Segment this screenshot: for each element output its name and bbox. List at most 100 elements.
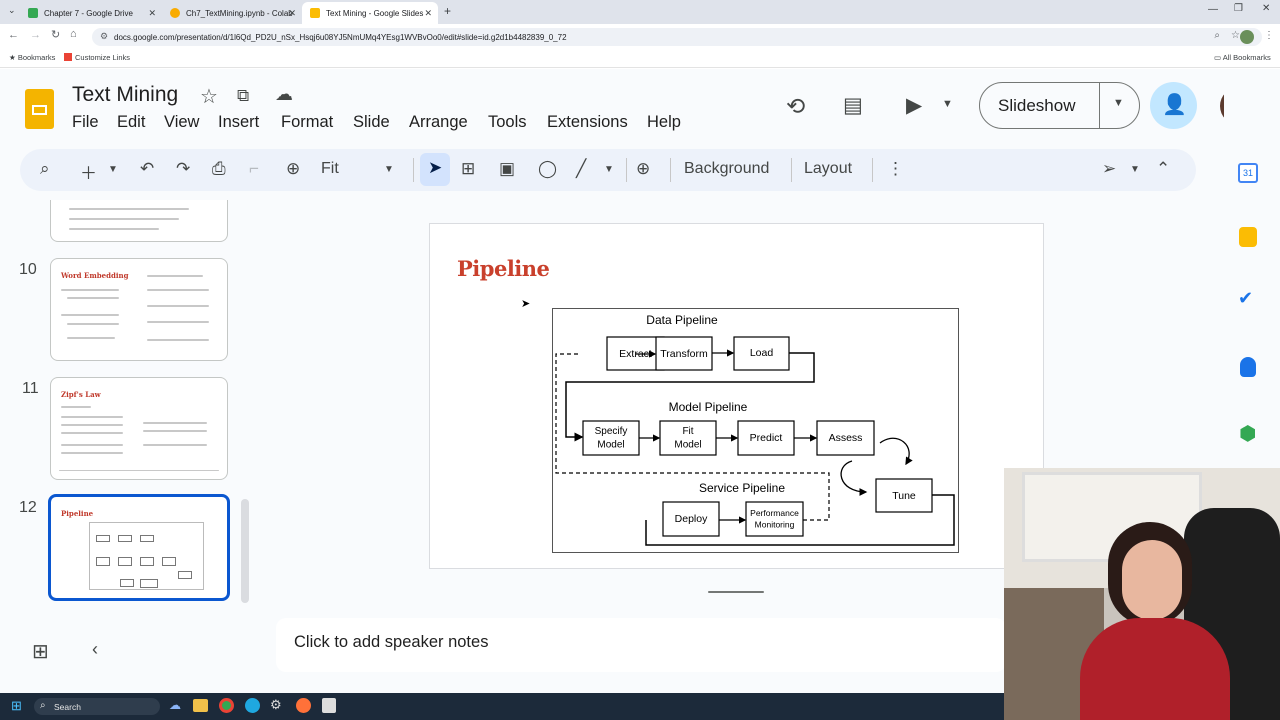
paint-format-icon[interactable]: ⌐ [249, 159, 259, 179]
layout-button[interactable]: Layout [804, 160, 852, 178]
line-chevron-icon[interactable]: ▼ [604, 164, 614, 175]
insert-image-icon[interactable]: ▣ [499, 159, 515, 179]
search-menus-icon[interactable]: ⌕ [40, 159, 50, 179]
menu-edit[interactable]: Edit [117, 113, 145, 132]
new-tab-icon[interactable]: + [444, 4, 451, 18]
shape-icon[interactable]: ◯ [538, 159, 557, 179]
slideshow-button[interactable]: Slideshow [998, 96, 1076, 116]
chrome-icon[interactable] [219, 698, 234, 713]
tab-google-slides[interactable]: Text Mining - Google Slides ✕ [302, 2, 438, 24]
zoom-icon[interactable]: ⊕ [286, 159, 300, 179]
tab-google-drive[interactable]: Chapter 7 - Google Drive ✕ [20, 2, 162, 24]
pen-mode-chevron-icon[interactable]: ▼ [1130, 164, 1140, 175]
minimize-icon[interactable]: — [1208, 4, 1218, 15]
menu-arrange[interactable]: Arrange [409, 113, 468, 132]
collapse-menus-icon[interactable]: ⌃ [1156, 159, 1170, 179]
site-info-icon[interactable]: ⚙ [100, 31, 108, 42]
slide-title[interactable]: Pipeline [457, 256, 550, 281]
settings-icon[interactable]: ⚙ [270, 697, 282, 713]
menu-help[interactable]: Help [647, 113, 681, 132]
contacts-icon[interactable] [1240, 357, 1256, 377]
calendar-icon[interactable]: 31 [1238, 163, 1258, 183]
chevron-down-icon[interactable]: ▼ [942, 98, 953, 110]
menu-format[interactable]: Format [281, 113, 333, 132]
slideshow-options-chevron-icon[interactable]: ▼ [1113, 97, 1124, 109]
weather-icon[interactable]: ☁ [169, 698, 181, 712]
slide-thumbnail-9[interactable] [50, 200, 228, 242]
slide-thumbnail-11[interactable]: Zipf's Law [50, 377, 228, 480]
tab-colab[interactable]: Ch7_TextMining.ipynb - Colab ✕ [162, 2, 302, 24]
slides-logo-icon[interactable] [25, 89, 54, 129]
menu-file[interactable]: File [72, 113, 99, 132]
document-title[interactable]: Text Mining [72, 83, 178, 107]
back-icon[interactable]: ← [8, 29, 19, 41]
menu-slide[interactable]: Slide [353, 113, 390, 132]
firefox-icon[interactable] [296, 698, 311, 713]
slide-thumbnail-10[interactable]: Word Embedding [50, 258, 228, 361]
edge-icon[interactable] [245, 698, 260, 713]
select-tool[interactable]: ➤ [420, 153, 450, 186]
browser-menu-icon[interactable]: ⋮ [1264, 30, 1274, 41]
more-options-icon[interactable]: ⋮ [887, 159, 904, 179]
keep-icon[interactable] [1239, 227, 1257, 247]
file-explorer-icon[interactable] [193, 699, 208, 712]
zoom-chevron-icon[interactable]: ▼ [384, 164, 394, 175]
collapse-filmstrip-icon[interactable]: ‹ [92, 639, 98, 660]
taskbar-search[interactable]: ⌕ Search [34, 698, 160, 715]
close-tab-icon[interactable]: ✕ [424, 8, 432, 19]
background-button[interactable]: Background [684, 160, 769, 178]
share-button[interactable]: 👤 [1150, 82, 1197, 129]
thumb-text-line [147, 339, 209, 341]
menu-tools[interactable]: Tools [488, 113, 527, 132]
maximize-icon[interactable]: ❐ [1234, 3, 1243, 14]
close-tab-icon[interactable]: ✕ [288, 8, 296, 19]
menu-view[interactable]: View [164, 113, 199, 132]
reload-icon[interactable]: ↻ [51, 28, 60, 41]
all-bookmarks[interactable]: ▭ All Bookmarks [1214, 53, 1271, 62]
thumb-text-line [69, 228, 159, 230]
notes-resize-handle[interactable] [708, 591, 764, 593]
menu-insert[interactable]: Insert [218, 113, 259, 132]
meet-icon[interactable]: ▶ [906, 93, 922, 118]
tab-search-icon[interactable]: ⌄ [8, 5, 16, 16]
slide-canvas[interactable]: Pipeline ➤ Data Pipeline Extract Transfo… [429, 223, 1044, 569]
start-icon[interactable]: ⊞ [11, 698, 22, 714]
line-icon[interactable]: ╱ [576, 159, 586, 179]
new-slide-icon[interactable]: ＋ [80, 159, 97, 184]
pen-mode-icon[interactable]: ➢ [1102, 159, 1116, 179]
cloud-saved-icon[interactable]: ☁ [275, 84, 293, 105]
comments-icon[interactable]: ▤ [843, 93, 863, 118]
filmstrip-scrollbar[interactable] [241, 499, 249, 603]
customize-links[interactable]: Customize Links [64, 53, 130, 62]
undo-icon[interactable]: ↶ [140, 159, 154, 179]
address-bar[interactable]: ⚙ docs.google.com/presentation/d/1l6Qd_P… [92, 28, 1262, 46]
star-icon[interactable]: ☆ [200, 84, 218, 109]
bookmark-star-icon[interactable]: ☆ [1231, 30, 1240, 41]
tasks-icon[interactable]: ✔ [1238, 288, 1253, 309]
move-folder-icon[interactable]: ⧉ [237, 86, 249, 106]
insert-comment-icon[interactable]: ⊕ [636, 159, 650, 179]
new-slide-chevron-icon[interactable]: ▼ [108, 164, 118, 175]
forward-icon[interactable]: → [30, 29, 41, 41]
version-history-icon[interactable]: ⟲ [786, 93, 805, 120]
home-icon[interactable]: ⌂ [70, 28, 77, 40]
grid-view-icon[interactable]: ⊞ [32, 639, 49, 664]
profile-avatar[interactable] [1240, 30, 1254, 44]
menu-extensions[interactable]: Extensions [547, 113, 628, 132]
mouse-cursor-icon: ➤ [521, 298, 531, 310]
speaker-notes[interactable]: Click to add speaker notes [276, 618, 1006, 672]
customize-links-icon [64, 53, 72, 61]
app-icon[interactable] [322, 698, 336, 713]
text-box-icon[interactable]: ⊞ [461, 159, 475, 179]
maps-icon[interactable]: ⬢ [1239, 421, 1256, 446]
zoom-icon[interactable]: ⌕ [1214, 30, 1220, 41]
close-tab-icon[interactable]: ✕ [148, 8, 156, 19]
slide-thumbnail-12[interactable]: Pipeline [48, 494, 230, 601]
redo-icon[interactable]: ↷ [176, 159, 190, 179]
pipeline-diagram[interactable]: Data Pipeline Extract Transform Load Mod… [552, 308, 960, 554]
close-window-icon[interactable]: ✕ [1262, 3, 1270, 14]
zoom-select[interactable]: Fit [321, 160, 339, 178]
bookmarks-folder[interactable]: ★ Bookmarks [9, 53, 55, 62]
thumb-text-line [67, 337, 115, 339]
print-icon[interactable]: ⎙ [212, 159, 226, 179]
